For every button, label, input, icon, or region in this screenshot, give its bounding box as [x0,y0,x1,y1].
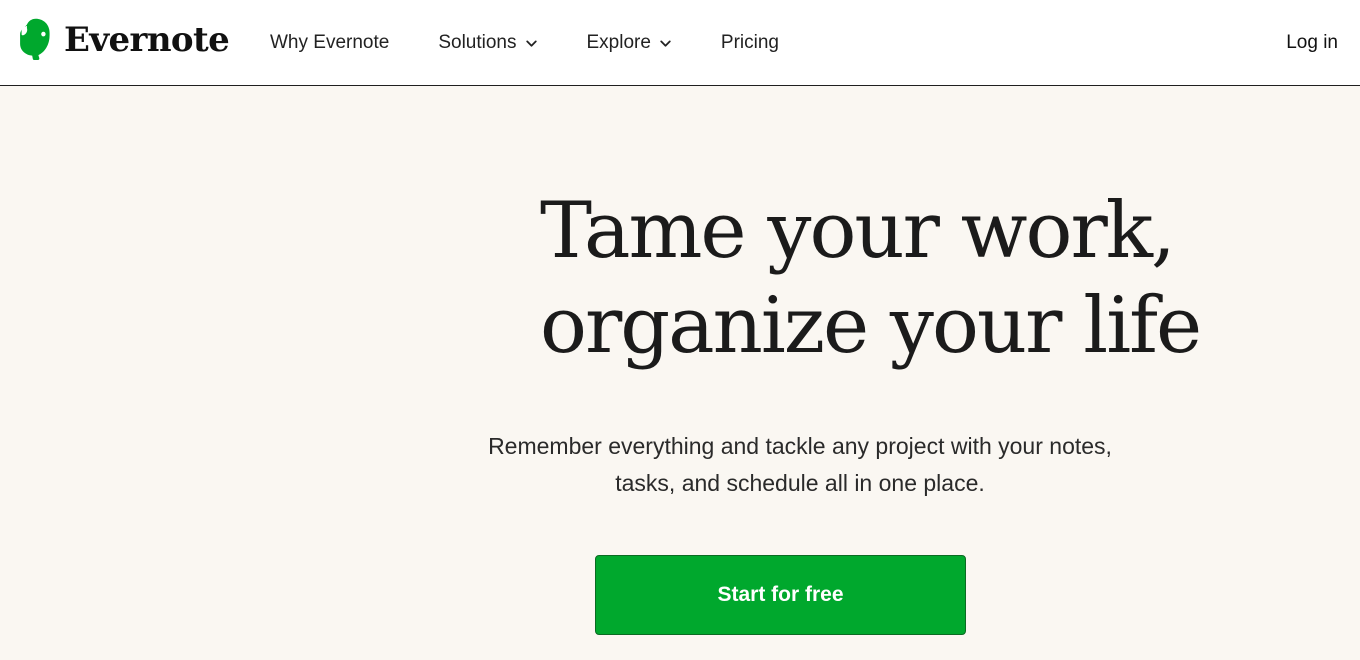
hero-headline-line-1: Tame your work, [540,186,1176,276]
start-for-free-button[interactable]: Start for free [595,555,966,635]
hero-section: Tame your work, organize your life Remem… [0,86,1360,660]
hero-subtext: Remember everything and tackle any proje… [120,428,1360,502]
nav-item-why-evernote[interactable]: Why Evernote [270,32,389,54]
primary-nav: Why Evernote Solutions Explore Pricing [270,0,779,86]
nav-item-label: Pricing [720,32,779,53]
evernote-elephant-icon [15,16,55,64]
hero-subtext-line-1: Remember everything and tackle any proje… [488,433,1112,459]
chevron-down-icon [525,37,538,50]
brand-logo-link[interactable]: Evernote [15,14,230,66]
login-link[interactable]: Log in [1286,0,1338,86]
brand-name: Evernote [64,20,230,60]
nav-item-explore[interactable]: Explore [587,32,672,54]
hero-headline-line-2: organize your life [540,281,1202,371]
nav-item-solutions[interactable]: Solutions [438,32,537,54]
hero-subtext-line-2: tasks, and schedule all in one place. [615,470,985,496]
chevron-down-icon [659,37,672,50]
nav-item-label: Explore [586,32,651,53]
nav-item-label: Solutions [438,32,517,53]
top-navigation-bar: Evernote Why Evernote Solutions Explore … [0,0,1360,86]
hero-headline: Tame your work, organize your life [120,184,1360,374]
nav-item-label: Why Evernote [270,32,390,53]
nav-item-pricing[interactable]: Pricing [721,32,779,54]
